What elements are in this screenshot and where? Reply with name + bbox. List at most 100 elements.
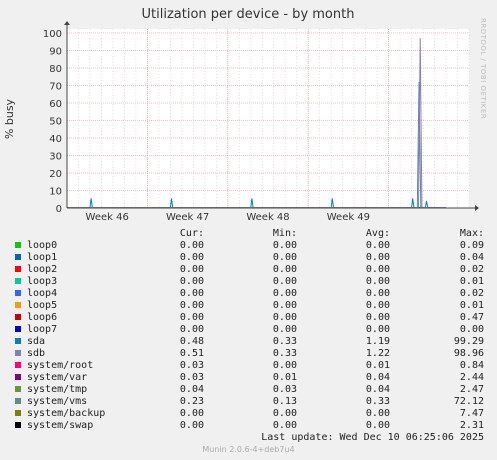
legend-swatch [15,278,21,284]
legend-name: system/root [27,360,94,371]
legend-name: system/tmp [27,384,88,395]
y-tick-label: 80 [49,64,62,75]
legend-avg-value: 0.00 [365,276,390,287]
legend-swatch [15,362,21,368]
legend-name: loop0 [27,240,58,251]
legend-min-value: 0.00 [272,324,297,335]
legend-min-value: 0.01 [272,372,297,383]
legend-name: system/vms [27,396,88,407]
legend-min-value: 0.33 [272,336,297,347]
legend-cur-value: 0.48 [179,336,204,347]
legend-min-value: 0.13 [272,396,297,407]
legend: Cur: Min: Avg: Max: loop0 0.00 0.00 0.00 0.0… [0,228,497,432]
legend-cur-value: 0.00 [179,288,204,299]
legend-max-value: 98.96 [453,348,484,359]
y-tick-label: 0 [56,204,62,215]
legend-avg-value: 1.19 [365,336,390,347]
legend-min-value: 0.00 [272,240,297,251]
legend-swatch [15,338,21,344]
plot-area [67,29,469,208]
legend-min-value: 0.00 [272,420,297,431]
legend-max-value: 0.47 [459,312,484,323]
legend-swatch [15,242,21,248]
legend-name: loop7 [27,324,58,335]
x-tick-label: Week 49 [327,212,370,223]
legend-avg-value: 0.00 [365,252,390,263]
legend-name: loop4 [27,288,58,299]
legend-row: loop0 0.00 0.00 0.00 0.09 [0,240,497,252]
x-tick-label: Week 46 [86,212,129,223]
x-axis-arrow [475,205,479,211]
legend-swatch [15,302,21,308]
x-ticks: Week 46 Week 47 Week 48 Week 49 [86,212,371,223]
legend-cur-value: 0.00 [179,420,204,431]
header-avg: Avg: [365,228,390,239]
legend-max-value: 2.44 [459,372,484,383]
legend-cur-value: 0.00 [179,252,204,263]
y-tick-label: 100 [43,29,62,40]
y-tick-label: 20 [49,169,62,180]
legend-avg-value: 0.33 [365,396,390,407]
y-axis-label: % busy [3,98,16,139]
y-tick-label: 10 [49,187,62,198]
legend-cur-value: 0.00 [179,300,204,311]
legend-swatch [15,350,21,356]
legend-row: loop1 0.00 0.00 0.00 0.04 [0,252,497,264]
legend-rows: loop0 0.00 0.00 0.00 0.09 loop1 0.00 0.00 0.00 0.… [0,240,497,432]
header-max: Max: [459,228,484,239]
legend-max-value: 2.47 [459,384,484,395]
legend-cur-value: 0.03 [179,372,204,383]
legend-max-value: 0.01 [459,276,484,287]
legend-name: loop3 [27,276,58,287]
legend-cur-value: 0.04 [179,384,204,395]
legend-avg-value: 0.00 [365,324,390,335]
legend-name: system/var [27,372,88,383]
legend-min-value: 0.00 [272,288,297,299]
legend-min-value: 0.00 [272,300,297,311]
legend-name: loop5 [27,300,58,311]
legend-min-value: 0.33 [272,348,297,359]
legend-name: sda [27,336,46,347]
legend-avg-value: 0.04 [365,372,390,383]
y-tick-label: 60 [49,99,62,110]
last-update: Last update: Wed Dec 10 06:25:06 2025 [261,432,484,443]
legend-swatch [15,374,21,380]
header-min: Min: [272,228,297,239]
legend-cur-value: 0.00 [179,312,204,323]
legend-header: Cur: Min: Avg: Max: [0,228,497,240]
legend-avg-value: 1.22 [365,348,390,359]
chart: Utilization per device - by month % busy… [3,7,479,223]
header-cur: Cur: [179,228,204,239]
legend-swatch [15,266,21,272]
legend-avg-value: 0.04 [365,384,390,395]
legend-swatch [15,398,21,404]
legend-row: sdb 0.51 0.33 1.22 98.96 [0,348,497,360]
legend-avg-value: 0.00 [365,312,390,323]
y-tick-label: 90 [49,47,62,58]
legend-max-value: 0.02 [459,288,484,299]
legend-row: sda 0.48 0.33 1.19 99.29 [0,336,497,348]
legend-row: system/root 0.03 0.00 0.01 0.84 [0,360,497,372]
legend-row: loop7 0.00 0.00 0.00 0.00 [0,324,497,336]
y-axis-arrow [64,21,70,25]
legend-max-value: 0.01 [459,300,484,311]
legend-min-value: 0.00 [272,312,297,323]
legend-max-value: 0.04 [459,252,484,263]
legend-name: loop1 [27,252,58,263]
y-tick-label: 30 [49,152,62,163]
legend-row: loop4 0.00 0.00 0.00 0.02 [0,288,497,300]
legend-cur-value: 0.00 [179,276,204,287]
legend-swatch [15,314,21,320]
legend-row: loop5 0.00 0.00 0.00 0.01 [0,300,497,312]
x-tick-label: Week 47 [166,212,209,223]
legend-max-value: 0.02 [459,264,484,275]
legend-max-value: 99.29 [453,336,484,347]
legend-row: system/vms 0.23 0.13 0.33 72.12 [0,396,497,408]
legend-cur-value: 0.51 [179,348,204,359]
legend-cur-value: 0.00 [179,408,204,419]
legend-swatch [15,290,21,296]
legend-swatch [15,422,21,428]
legend-min-value: 0.00 [272,276,297,287]
legend-avg-value: 0.00 [365,420,390,431]
plot-background [67,29,469,208]
